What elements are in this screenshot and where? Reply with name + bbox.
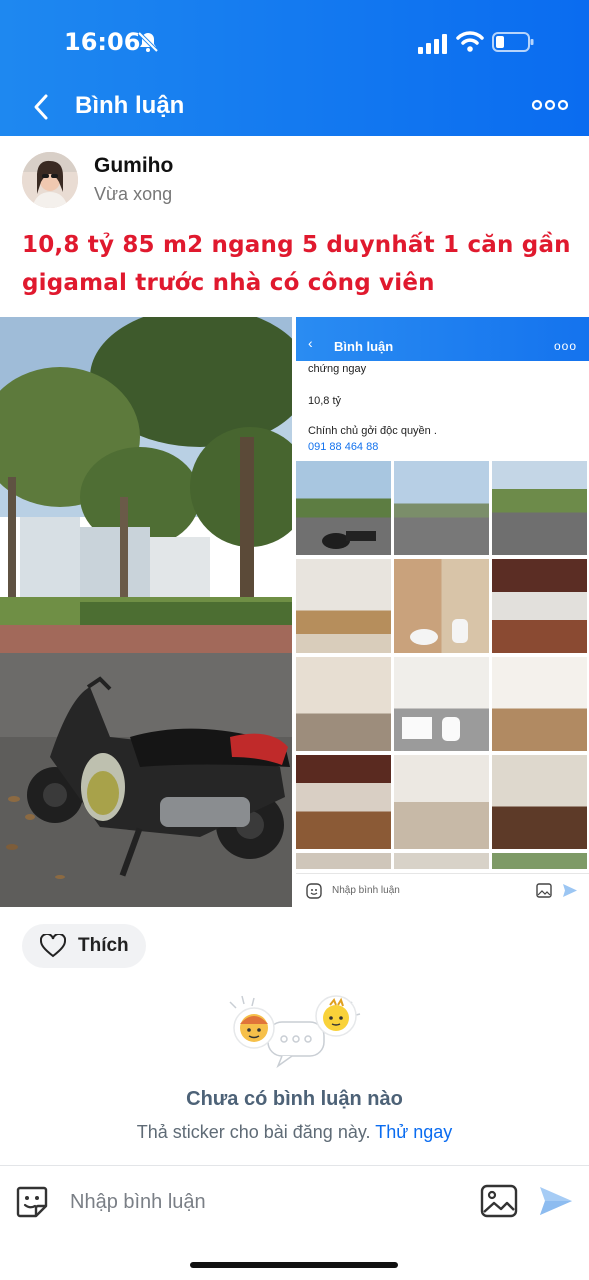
embedded-back-icon: ‹ bbox=[308, 335, 313, 351]
post-text-line: 10,8 tỷ 85 m2 ngang 5 duynhất 1 căn gần bbox=[22, 232, 571, 258]
more-icon[interactable] bbox=[532, 98, 568, 112]
post-header: Gumiho Vừa xong bbox=[0, 150, 589, 212]
embedded-compose-placeholder: Nhập bình luận bbox=[332, 885, 400, 896]
embedded-photo-kitchen bbox=[492, 559, 587, 653]
embedded-photo-street bbox=[492, 461, 587, 555]
author-name[interactable]: Gumiho bbox=[94, 154, 173, 178]
embedded-photo-room bbox=[296, 853, 391, 869]
page-title: Bình luận bbox=[75, 92, 185, 119]
post-photo-screenshot[interactable]: ‹ Bình luận ooo chứng ngay 10,8 tỷ Chính… bbox=[296, 317, 589, 907]
embedded-image-icon bbox=[536, 883, 552, 898]
bell-off-icon bbox=[137, 31, 159, 53]
embedded-photo-bedroom bbox=[296, 559, 391, 653]
comment-input[interactable] bbox=[70, 1184, 460, 1220]
embedded-photo-street bbox=[394, 461, 489, 555]
embedded-photo-street bbox=[296, 461, 391, 555]
post-images: ‹ Bình luận ooo chứng ngay 10,8 tỷ Chính… bbox=[0, 317, 589, 907]
avatar[interactable] bbox=[22, 152, 78, 208]
embedded-send-icon bbox=[563, 884, 577, 897]
embedded-text: 10,8 tỷ bbox=[308, 395, 342, 407]
embedded-photo-grid bbox=[296, 461, 589, 871]
embedded-phone: 091 88 464 88 bbox=[308, 441, 379, 453]
post-text-line: gigamal trước nhà có công viên bbox=[22, 270, 435, 296]
embedded-photo-dining bbox=[296, 755, 391, 849]
empty-comments-hint: Thả sticker cho bài đăng này. bbox=[136, 1122, 371, 1142]
comment-composer bbox=[0, 1165, 589, 1237]
signal-icon bbox=[418, 34, 447, 54]
back-icon[interactable] bbox=[28, 90, 54, 124]
post-text: 10,8 tỷ 85 m2 ngang 5 duynhất 1 căn gần … bbox=[22, 226, 572, 302]
like-label: Thích bbox=[78, 935, 129, 956]
post-photo-motorbike[interactable] bbox=[0, 317, 292, 907]
embedded-composer: Nhập bình luận bbox=[296, 873, 589, 907]
embedded-photo-room bbox=[492, 853, 587, 869]
embedded-photo-room bbox=[394, 853, 489, 869]
embedded-photo-bedroom bbox=[394, 755, 489, 849]
embedded-text: Chính chủ gởi độc quyền . bbox=[308, 425, 437, 437]
status-bar: 16:06 bbox=[0, 26, 589, 62]
send-icon[interactable] bbox=[538, 1184, 574, 1218]
status-time: 16:06 bbox=[64, 28, 141, 56]
home-indicator bbox=[190, 1262, 398, 1268]
embedded-text: chứng ngay bbox=[308, 363, 367, 375]
post-time: Vừa xong bbox=[94, 184, 173, 204]
embedded-header: ‹ Bình luận ooo bbox=[296, 317, 589, 361]
embedded-photo-room bbox=[296, 657, 391, 751]
empty-comments-title: Chưa có bình luận nào bbox=[186, 1088, 403, 1110]
nav-bar: Bình luận bbox=[0, 86, 589, 130]
like-button[interactable]: Thích bbox=[22, 924, 146, 968]
try-now-link[interactable]: Thử ngay bbox=[375, 1122, 452, 1142]
embedded-more-icon: ooo bbox=[553, 339, 577, 353]
embedded-photo-bathroom bbox=[394, 657, 489, 751]
battery-icon bbox=[492, 32, 534, 52]
embedded-photo-livingroom bbox=[492, 657, 587, 751]
wifi-icon bbox=[456, 31, 484, 52]
app-header: 16:06 Bình luận bbox=[0, 0, 589, 136]
embedded-photo-room bbox=[492, 755, 587, 849]
embedded-sticker-icon bbox=[306, 883, 322, 899]
sticker-icon[interactable] bbox=[14, 1184, 50, 1220]
heart-icon bbox=[40, 934, 66, 958]
embedded-title: Bình luận bbox=[334, 339, 394, 354]
image-icon[interactable] bbox=[480, 1184, 518, 1218]
embedded-photo-bathroom bbox=[394, 559, 489, 653]
empty-comments-subtitle: Thả sticker cho bài đăng này. Thử ngay bbox=[0, 1122, 589, 1143]
empty-comments-illustration bbox=[229, 995, 361, 1069]
